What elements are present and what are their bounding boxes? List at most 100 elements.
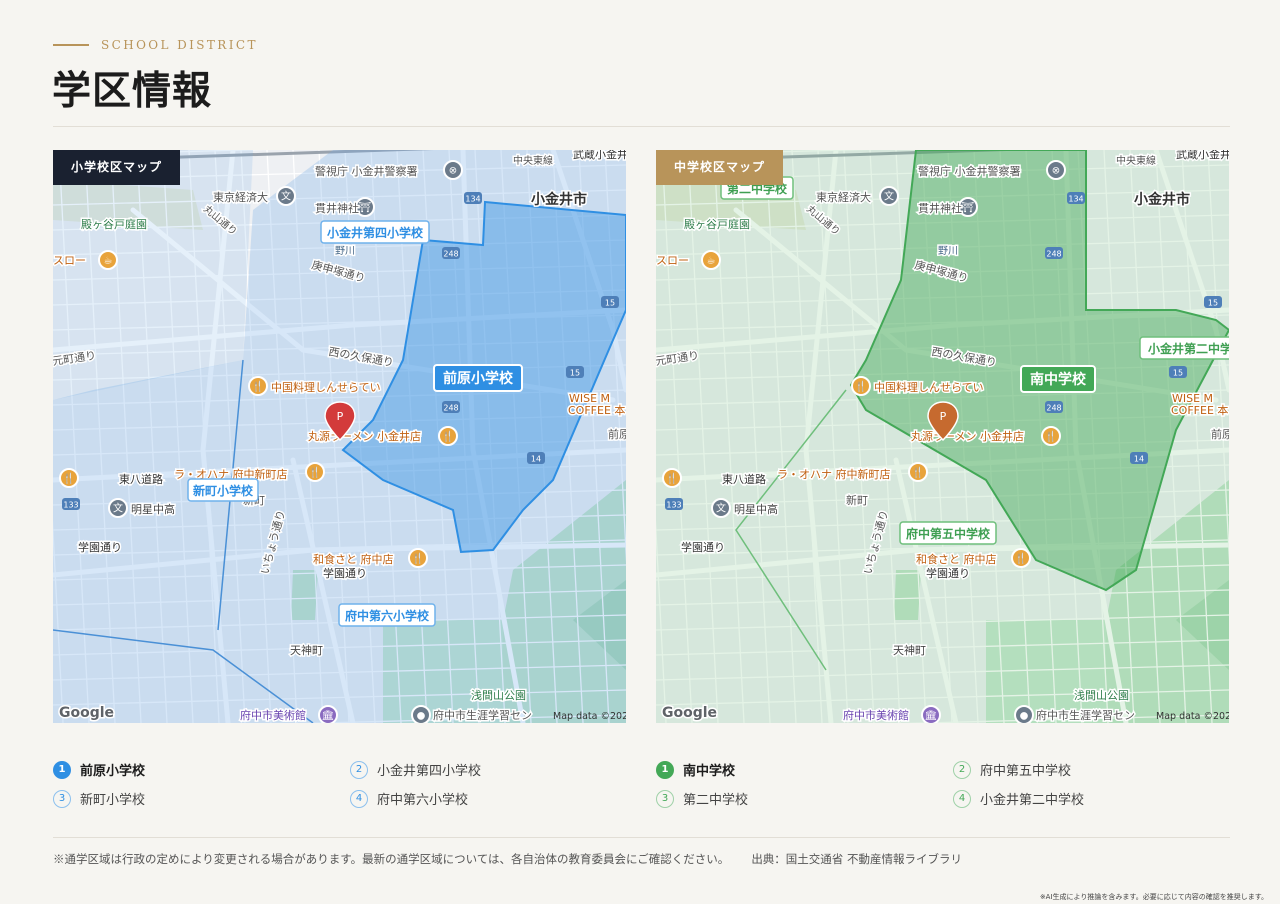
city-label: 小金井市 <box>531 191 587 208</box>
route-shield: 15 <box>601 296 619 308</box>
restaurant-label: 丸源ラーメン 小金井店 <box>911 429 1024 443</box>
legend-item-elementary-1[interactable]: 1 前原小学校 <box>53 760 145 779</box>
route-shield-text: 248 <box>443 250 458 259</box>
route-shield-text: 248 <box>1046 404 1061 413</box>
legend-number-badge: 1 <box>53 760 71 779</box>
restaurant-icon: 🍴 <box>1011 548 1031 568</box>
restaurant-icon-glyph: 🍴 <box>912 466 924 479</box>
route-shield-text: 15 <box>1208 299 1218 308</box>
footer-divider <box>53 837 1230 838</box>
target-school-label-text: 前原小学校 <box>443 370 514 387</box>
legend-item-junior-4[interactable]: 4 小金井第二中学校 <box>953 789 1084 808</box>
route-shield: 248 <box>1045 401 1063 413</box>
restaurant-icon: 🍴 <box>408 548 428 568</box>
station-label: 武蔵小金井 <box>1176 150 1229 161</box>
elementary-map-canvas[interactable]: 134 248 15 14 15 248 133 文 ⛩ ⊗ ☕ 🍴 🍴 🍴 🍴 🍴 文 🏛 ● 小金井市 警視庁 小金… <box>53 150 626 723</box>
shrine-icon-glyph: ⛩ <box>962 202 975 214</box>
legend-label: 府中第六小学校 <box>377 793 469 808</box>
police-icon: ⊗ <box>1046 160 1066 180</box>
city-label: 小金井市 <box>1134 191 1190 208</box>
restaurant-icon: 🍴 <box>438 426 458 446</box>
legend-label: 第二中学校 <box>683 793 749 808</box>
route-shield-text: 14 <box>1134 455 1144 464</box>
river-label: 野川 <box>335 245 355 257</box>
rail-label: 中央東線 <box>513 154 553 167</box>
eyebrow-text: SCHOOL DISTRICT <box>101 38 258 52</box>
restaurant-label: 中国料理しんせらてい <box>271 380 381 394</box>
route-shield-text: 133 <box>666 501 681 510</box>
footer-note: ※通学区域は行政の定めにより変更される場合があります。最新の通学区域については、… <box>53 851 962 867</box>
museum-icon-glyph: 🏛 <box>322 710 335 722</box>
school-label-fuchu5-text: 府中第五中学校 <box>906 526 991 541</box>
legend-item-junior-2[interactable]: 2 府中第五中学校 <box>953 760 1071 779</box>
road-label: 東八道路 <box>722 472 766 486</box>
restaurant-label: 和食さと 府中店 <box>916 552 997 566</box>
place-label: 前原 <box>608 427 626 441</box>
legend-item-elementary-4[interactable]: 4 府中第六小学校 <box>350 789 468 808</box>
police-label: 警視庁 小金井警察署 <box>918 164 1021 178</box>
route-shield-text: 134 <box>1068 195 1083 204</box>
garden-label: 殿ヶ谷戸庭園 <box>81 217 147 231</box>
place-label: 天神町 <box>893 643 926 657</box>
route-shield-text: 248 <box>1046 250 1061 259</box>
route-shield-text: 15 <box>1173 369 1183 378</box>
legend-number-badge: 4 <box>953 789 971 808</box>
restaurant-icon: 🍴 <box>1041 426 1061 446</box>
restaurant-icon: 🍴 <box>851 376 871 396</box>
google-logo: Google <box>59 705 114 721</box>
ai-disclaimer: ※AI生成により推論を含みます。必要に応じて内容の確認を推奨します。 <box>1039 893 1268 901</box>
route-shield: 15 <box>1204 296 1222 308</box>
facility-label: 府中市生涯学習セン <box>433 708 532 722</box>
route-shield-text: 248 <box>443 404 458 413</box>
university-icon: 文 <box>276 186 296 206</box>
route-shield: 15 <box>566 366 584 378</box>
school-icon: 文 <box>108 498 128 518</box>
school-label-koganei2-text: 小金井第二中学 <box>1148 341 1229 356</box>
elementary-district-map[interactable]: 134 248 15 14 15 248 133 文 ⛩ ⊗ ☕ 🍴 🍴 🍴 🍴 🍴 文 🏛 ● 小金井市 警視庁 小金… <box>53 150 626 723</box>
park-label: 浅間山公園 <box>471 689 526 702</box>
legend-number-badge: 2 <box>953 760 971 779</box>
school-label: 明星中高 <box>734 502 778 516</box>
route-shield: 134 <box>1067 192 1085 204</box>
legend-item-elementary-2[interactable]: 2 小金井第四小学校 <box>350 760 481 779</box>
facility-icon: ● <box>1014 705 1034 723</box>
route-shield: 248 <box>442 401 460 413</box>
page-title: 学区情報 <box>52 68 213 114</box>
route-shield: 248 <box>1045 247 1063 259</box>
park-label: 浅間山公園 <box>1074 689 1129 702</box>
road-label: 学園通り <box>681 540 725 554</box>
restaurant-icon-glyph: 🍴 <box>309 466 321 479</box>
school-label-koganei4-text: 小金井第四小学校 <box>327 225 424 240</box>
school-icon: 文 <box>711 498 731 518</box>
restaurant-icon-glyph: 🍴 <box>252 380 264 393</box>
map-attribution: Map data ©2026 <box>1156 711 1229 722</box>
data-source: 出典：国土交通省 不動産情報ライブラリ <box>751 852 962 866</box>
legend-label: 新町小学校 <box>80 793 146 808</box>
station-label: 武蔵小金井 <box>573 150 626 161</box>
legend-item-junior-3[interactable]: 3 第二中学校 <box>656 789 748 808</box>
university-label: 東京経済大 <box>816 190 871 204</box>
junior-district-map[interactable]: 134 248 15 14 15 248 133 文 ⛩ ⊗ ☕ 🍴 🍴 🍴 🍴 🍴 文 🏛 ● 小金井市 警視庁 小金… <box>656 150 1229 723</box>
restaurant-icon-glyph: 🍴 <box>666 472 678 485</box>
route-shield-text: 14 <box>531 455 541 464</box>
school-label-shinmachi-text: 新町小学校 <box>193 483 254 498</box>
route-shield: 248 <box>442 247 460 259</box>
place-label: 天神町 <box>290 643 323 657</box>
junior-map-canvas[interactable]: 134 248 15 14 15 248 133 文 ⛩ ⊗ ☕ 🍴 🍴 🍴 🍴 🍴 文 🏛 ● 小金井市 警視庁 小金… <box>656 150 1229 723</box>
legend-item-junior-1[interactable]: 1 南中学校 <box>656 760 735 779</box>
place-label: 前原 <box>1211 427 1229 441</box>
legend-item-elementary-3[interactable]: 3 新町小学校 <box>53 789 145 808</box>
target-school-label: 前原小学校 <box>433 364 523 392</box>
legend-number-badge: 2 <box>350 760 368 779</box>
shrine-label: 貫井神社 <box>315 201 359 215</box>
place-label: 新町 <box>846 493 868 507</box>
route-shield-text: 15 <box>605 299 615 308</box>
school-label-fuchu6-text: 府中第六小学校 <box>345 608 430 623</box>
pin-letter: P <box>337 410 344 423</box>
shop-label: スロー <box>53 254 86 267</box>
river-label: 野川 <box>938 245 958 257</box>
route-shield: 133 <box>62 498 80 510</box>
eyebrow-line <box>53 44 89 46</box>
police-icon: ⊗ <box>443 160 463 180</box>
route-shield: 133 <box>665 498 683 510</box>
